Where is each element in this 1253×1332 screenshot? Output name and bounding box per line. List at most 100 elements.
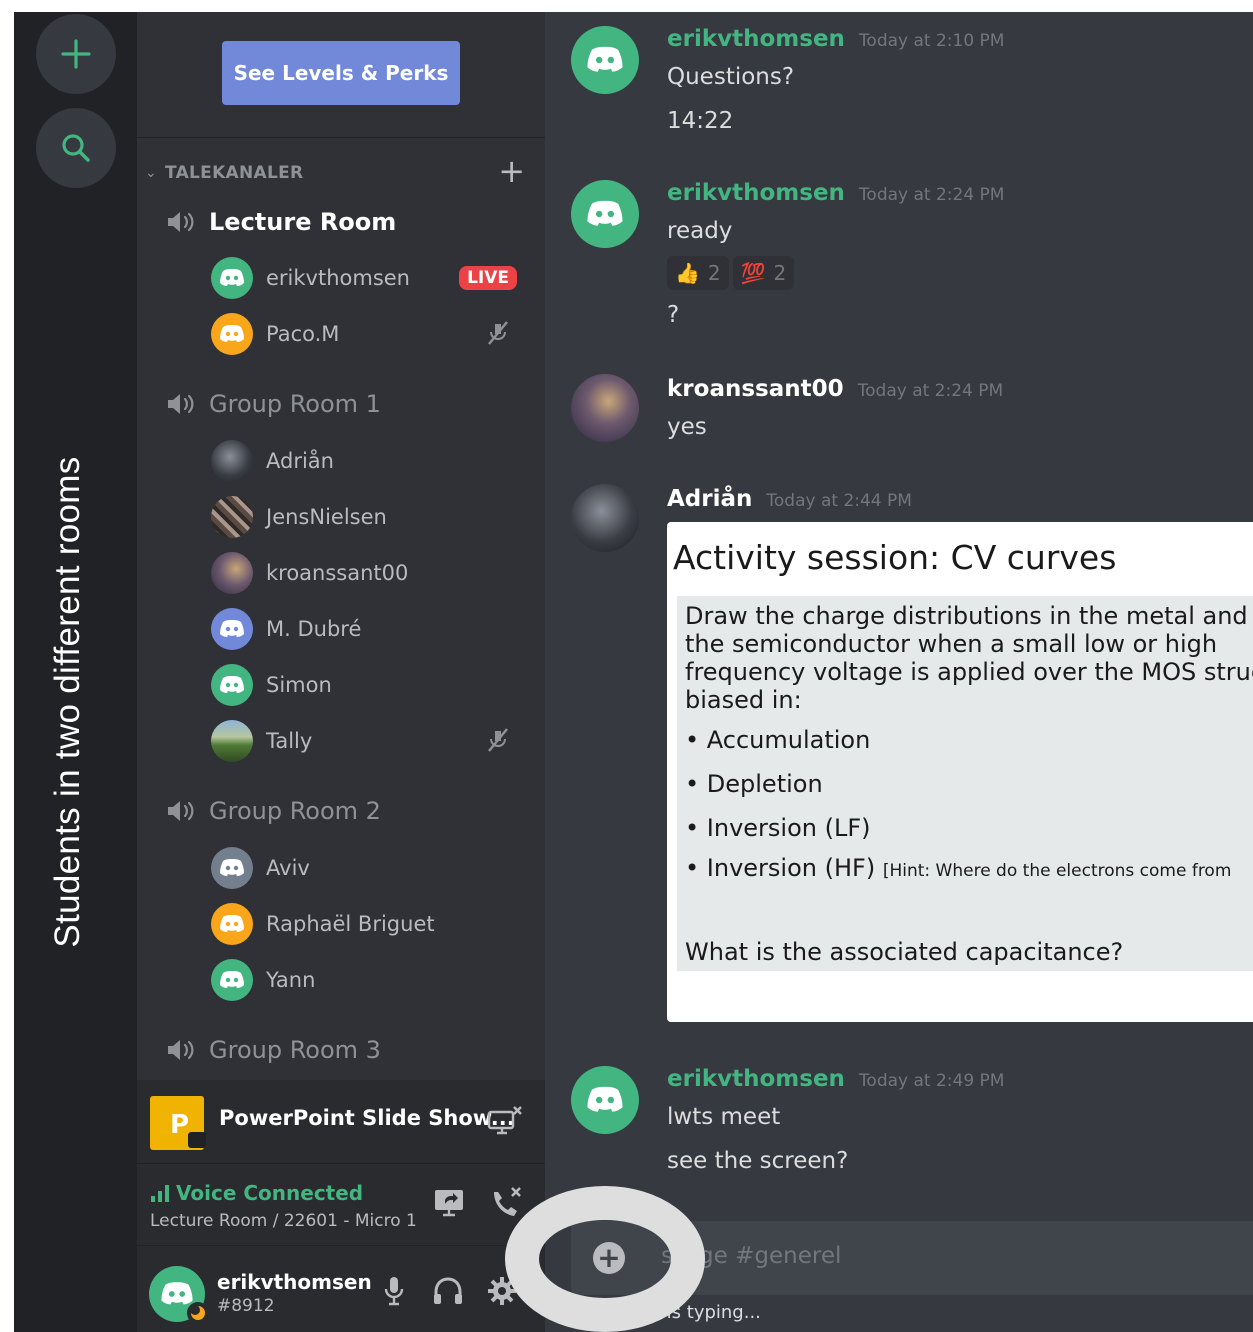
- message-author[interactable]: erikvthomsen: [667, 180, 845, 206]
- channel-name: Group Room 3: [209, 1036, 381, 1064]
- voice-channel-group-room-2[interactable]: Group Room 2: [165, 791, 381, 831]
- discord-logo-icon: [587, 200, 623, 226]
- voice-user[interactable]: erikvthomsen LIVE: [211, 256, 519, 300]
- voice-user[interactable]: Aviv: [211, 846, 519, 890]
- voice-user[interactable]: JensNielsen: [211, 495, 519, 539]
- message-header: erikvthomsen Today at 2:24 PM: [667, 180, 1004, 206]
- voice-user[interactable]: Raphaël Briguet: [211, 902, 519, 946]
- message-timestamp: Today at 2:10 PM: [858, 31, 1005, 51]
- live-badge: LIVE: [457, 264, 519, 292]
- message-text: Questions?: [667, 64, 795, 90]
- category-header[interactable]: ⌄ TALEKANALER +: [145, 155, 525, 187]
- message-header: erikvthomsen Today at 2:10 PM: [667, 26, 1004, 52]
- avatar[interactable]: [571, 484, 639, 552]
- speaker-icon: [168, 1040, 194, 1060]
- microphone-icon[interactable]: [383, 1276, 405, 1306]
- voice-user[interactable]: Tally: [211, 719, 519, 763]
- discord-logo-icon: [220, 325, 244, 342]
- stream-title: PowerPoint Slide Show...: [219, 1106, 515, 1130]
- idle-status-icon: [187, 1302, 209, 1324]
- explore-servers-button[interactable]: [36, 108, 116, 188]
- slide-title: Activity session: CV curves: [673, 538, 1117, 577]
- avatar: [211, 847, 253, 889]
- message-author[interactable]: erikvthomsen: [667, 26, 845, 52]
- see-levels-button[interactable]: See Levels & Perks: [222, 41, 460, 105]
- voice-user-name: Aviv: [266, 856, 310, 880]
- speaker-icon: [168, 801, 194, 821]
- voice-user[interactable]: kroanssant00: [211, 551, 519, 595]
- voice-user-name: Simon: [266, 673, 332, 697]
- voice-user-name: JensNielsen: [266, 505, 387, 529]
- stop-stream-icon[interactable]: [487, 1106, 523, 1138]
- category-label: TALEKANALER: [165, 163, 304, 183]
- voice-channel-group-room-1[interactable]: Group Room 1: [165, 384, 381, 424]
- create-channel-icon[interactable]: +: [498, 155, 525, 187]
- screen-share-icon[interactable]: [433, 1188, 465, 1218]
- voice-user[interactable]: M. Dubré: [211, 607, 519, 651]
- slide-question: What is the associated capacitance?: [685, 938, 1124, 966]
- powerpoint-icon: P: [150, 1096, 206, 1150]
- voice-channel-lecture-room[interactable]: Lecture Room: [165, 202, 396, 242]
- avatar: [211, 664, 253, 706]
- discord-logo-icon: [220, 915, 244, 932]
- voice-channel-group-room-3[interactable]: Group Room 3: [165, 1030, 381, 1070]
- slide-paragraph: Draw the charge distributions in the met…: [685, 602, 1253, 714]
- speaker-icon: [168, 394, 194, 414]
- annotation-label: Students in two different rooms: [48, 456, 87, 948]
- disconnect-icon[interactable]: [488, 1186, 524, 1220]
- muted-mic-icon: [488, 321, 508, 345]
- discord-logo-icon: [220, 620, 244, 637]
- slide-bullet: • Inversion (HF): [685, 854, 876, 882]
- speaker-icon: [168, 212, 194, 232]
- message-timestamp: Today at 2:44 PM: [766, 491, 912, 511]
- avatar: [211, 608, 253, 650]
- avatar[interactable]: [571, 26, 639, 94]
- voice-user[interactable]: Simon: [211, 663, 519, 707]
- add-server-button[interactable]: [36, 14, 116, 94]
- message-text: yes: [667, 414, 707, 440]
- message-text: ready: [667, 218, 733, 244]
- avatar: [211, 903, 253, 945]
- avatar[interactable]: [571, 180, 639, 248]
- reaction-count: 2: [773, 261, 787, 285]
- avatar[interactable]: [571, 374, 639, 442]
- thumbs-up-icon: 👍: [675, 261, 700, 285]
- reaction-count: 2: [707, 261, 721, 285]
- slide-hint: [Hint: Where do the electrons come from: [882, 861, 1232, 881]
- avatar: [211, 959, 253, 1001]
- voice-status: Voice Connected: [150, 1181, 363, 1205]
- slide-task-box: Draw the charge distributions in the met…: [677, 596, 1253, 971]
- message-text: see the screen?: [667, 1148, 849, 1174]
- reaction-thumbs-up[interactable]: 👍 2: [667, 256, 729, 290]
- message-author[interactable]: kroanssant00: [667, 376, 844, 402]
- message-text: lwts meet: [667, 1104, 781, 1130]
- voice-user[interactable]: Adriån: [211, 439, 519, 483]
- voice-user[interactable]: Paco.M: [211, 312, 519, 356]
- avatar[interactable]: [571, 1066, 639, 1134]
- stream-panel: P PowerPoint Slide Show...: [137, 1080, 545, 1164]
- message-text: ?: [667, 302, 680, 328]
- voice-user[interactable]: Yann: [211, 958, 519, 1002]
- chat-area: erikvthomsen Today at 2:10 PM Questions?…: [545, 12, 1253, 1332]
- slide-image[interactable]: Activity session: CV curves Draw the cha…: [667, 522, 1253, 1022]
- hundred-points-icon: 💯: [740, 261, 766, 285]
- reaction-hundred[interactable]: 💯 2: [732, 256, 795, 290]
- slide-bullet: • Accumulation: [685, 726, 871, 754]
- discord-logo-icon: [161, 1282, 193, 1305]
- headphones-icon[interactable]: [432, 1276, 464, 1306]
- message-author[interactable]: erikvthomsen: [667, 1066, 845, 1092]
- message-text: 14:22: [667, 108, 734, 134]
- discord-app: Students in two different rooms See Leve…: [14, 12, 1253, 1332]
- avatar: [211, 440, 253, 482]
- voice-user-name: Adriån: [266, 449, 334, 473]
- user-panel: erikvthomsen #8912: [137, 1246, 545, 1332]
- message-timestamp: Today at 2:24 PM: [857, 381, 1004, 401]
- message-author[interactable]: Adriån: [667, 486, 752, 512]
- avatar: [211, 496, 253, 538]
- voice-location[interactable]: Lecture Room / 22601 - Micro 1: [150, 1211, 417, 1231]
- voice-user-name: M. Dubré: [266, 617, 362, 641]
- user-tag: #8912: [217, 1296, 275, 1316]
- voice-status-label: Voice Connected: [176, 1181, 364, 1205]
- channel-sidebar: See Levels & Perks ⌄ TALEKANALER + Lectu…: [137, 12, 545, 1332]
- voice-user-name: Paco.M: [266, 322, 340, 346]
